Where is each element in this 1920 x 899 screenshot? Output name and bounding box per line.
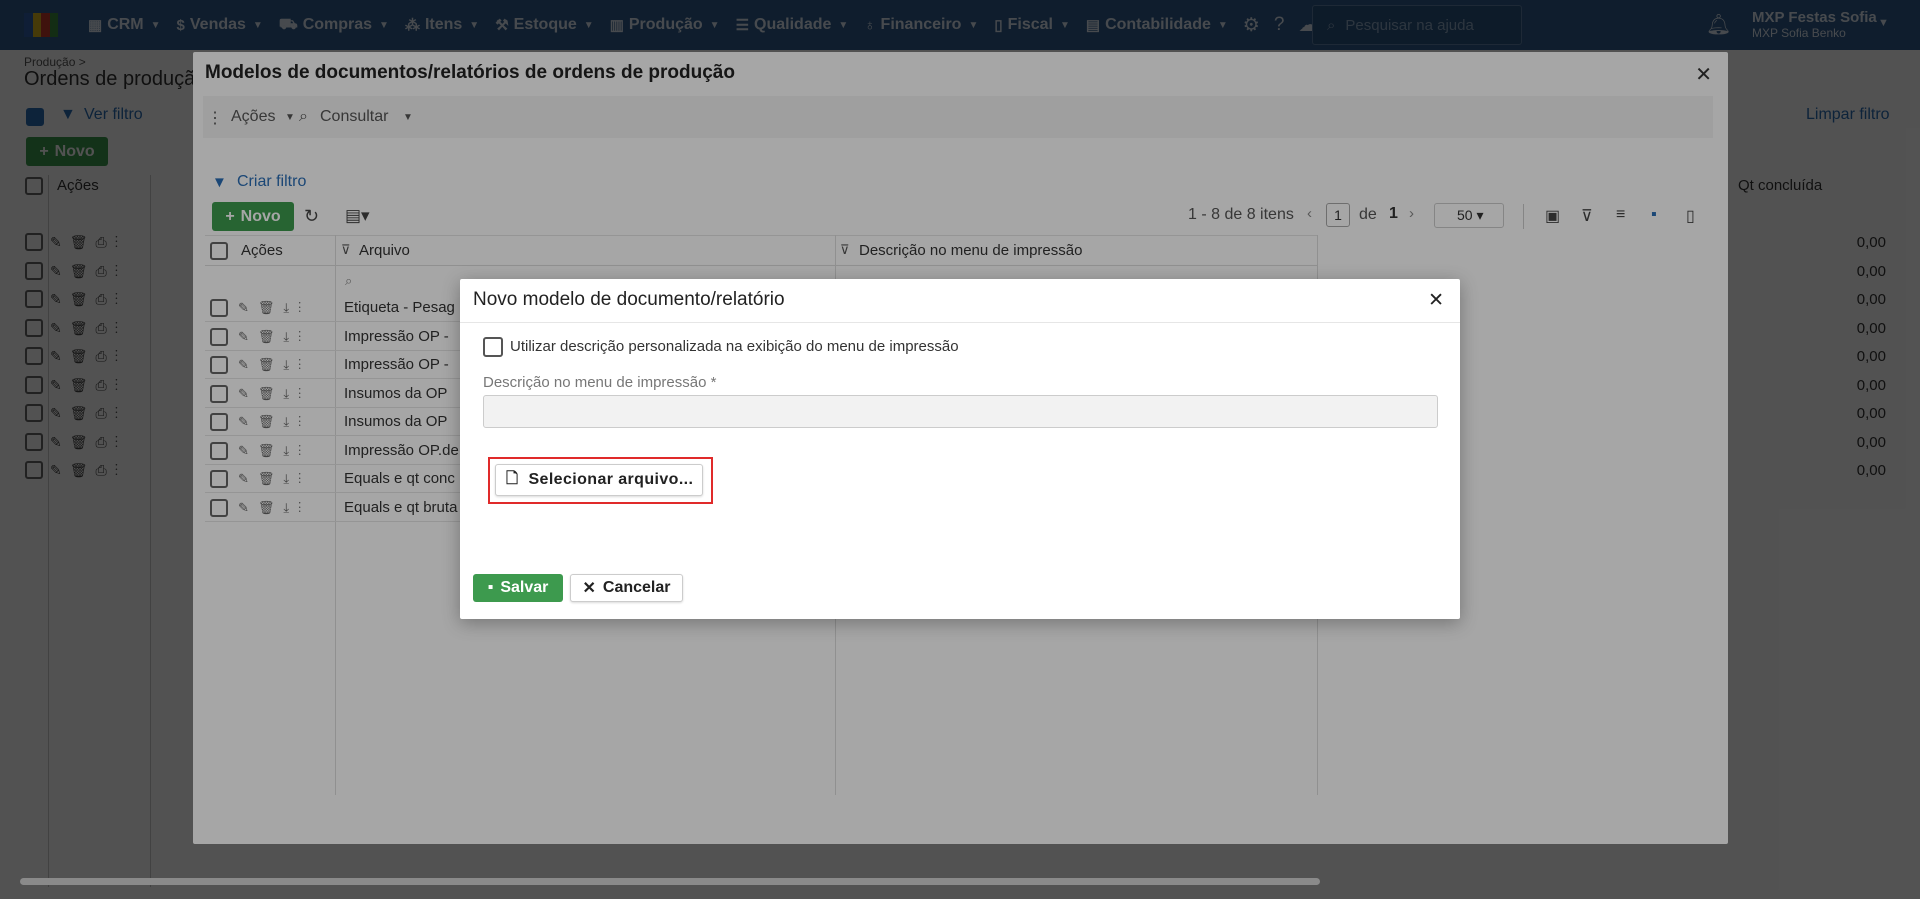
close-icon[interactable]: ✕ [1428,289,1444,312]
print-description-label: Descrição no menu de impressão * [483,374,717,391]
cancel-button[interactable]: ✕ Cancelar [570,574,683,602]
custom-description-checkbox[interactable] [483,337,503,357]
horizontal-scrollbar[interactable] [20,878,1320,885]
print-description-input[interactable] [483,395,1438,428]
dialog-title: Novo modelo de documento/relatório [473,289,785,310]
custom-description-label[interactable]: Utilizar descrição personalizada na exib… [510,338,959,355]
save-label: Salvar [500,579,549,596]
cancel-label: Cancelar [602,579,671,596]
dialog-header: Novo modelo de documento/relatório ✕ [460,279,1460,323]
select-file-button[interactable]: 🗋︎ Selecionar arquivo... [495,464,703,496]
select-file-label: Selecionar arquivo... [528,471,694,488]
new-document-model-dialog: Novo modelo de documento/relatório ✕ Uti… [460,279,1460,619]
file-upload-icon: 🗋︎ [506,469,519,487]
floppy-disk-icon: ▪ [487,579,494,596]
save-button[interactable]: ▪ Salvar [473,574,563,602]
close-icon: ✕ [582,580,596,597]
